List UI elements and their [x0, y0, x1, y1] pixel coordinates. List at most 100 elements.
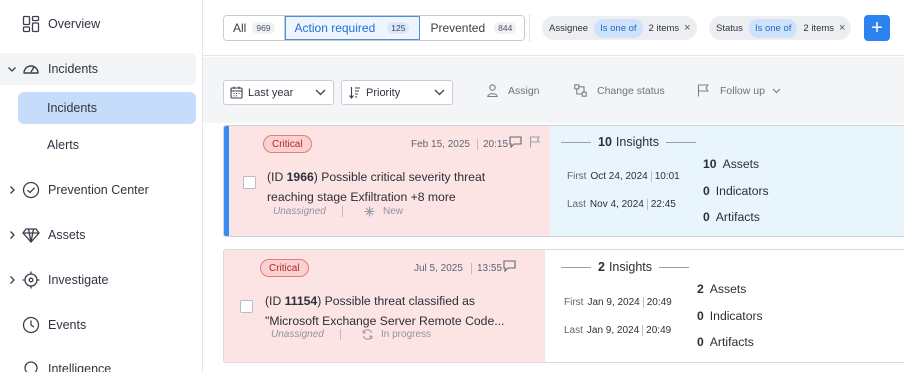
last-time: 22:45 — [646, 199, 676, 210]
sparkle-icon — [364, 206, 375, 217]
close-icon[interactable]: × — [684, 22, 690, 34]
sidebar-item-label: Investigate — [48, 273, 109, 287]
last-time: 20:49 — [642, 325, 672, 336]
incident-checkbox[interactable] — [243, 176, 256, 189]
chevron-down-icon — [772, 88, 781, 93]
first-time: 10:01 — [650, 171, 680, 182]
assign-button[interactable]: Assign — [487, 84, 540, 97]
progress-icon — [362, 329, 373, 340]
sidebar-item-overview[interactable]: Overview — [0, 8, 196, 40]
sidebar-item-label: Events — [48, 318, 87, 332]
sidebar-item-label: Intelligence — [48, 362, 112, 372]
tab-action-required[interactable]: Action required 125 — [284, 16, 421, 40]
sidebar: Overview Incidents Incidents Alerts Prev… — [0, 0, 203, 372]
add-filter-button[interactable]: + — [864, 15, 890, 41]
incident-id: 1966 — [286, 170, 314, 184]
tab-label: All — [233, 21, 247, 35]
lightbulb-icon — [24, 361, 38, 372]
insights-header: 10 Insights — [561, 135, 696, 149]
flag-icon[interactable] — [529, 136, 541, 148]
first-seen: First Oct 24, 2024 10:01 — [567, 171, 680, 182]
assets-label: Assets — [709, 282, 747, 296]
assets-stat[interactable]: 10 Assets — [703, 157, 759, 171]
filter-value[interactable]: 2 items — [803, 23, 834, 34]
first-label: First — [567, 171, 587, 182]
artifacts-stat[interactable]: 0 Artifacts — [703, 210, 760, 224]
filter-operator[interactable]: Is one of — [748, 18, 798, 38]
change-status-button[interactable]: Change status — [574, 84, 665, 97]
artifacts-label: Artifacts — [709, 335, 754, 349]
tab-count-badge: 969 — [252, 22, 275, 34]
sidebar-item-incidents[interactable]: Incidents — [0, 53, 196, 85]
incident-status-label: In progress — [381, 329, 432, 340]
sidebar-item-events[interactable]: Events — [0, 309, 196, 341]
incident-card[interactable]: Critical Jul 5, 2025 13:55 (ID 11154) Po… — [223, 249, 904, 363]
incident-date: Jul 5, 2025 — [414, 263, 463, 274]
filter-chip-assignee[interactable]: Assignee Is one of 2 items × — [542, 16, 697, 40]
artifacts-stat[interactable]: 0 Artifacts — [697, 335, 754, 349]
tab-all[interactable]: All 969 — [224, 16, 285, 40]
tab-count-badge: 844 — [494, 22, 517, 34]
crosshair-icon — [22, 271, 40, 289]
divider — [529, 14, 530, 42]
chevron-down-icon — [315, 89, 326, 96]
tab-prevented[interactable]: Prevented 844 — [420, 16, 525, 40]
incident-title[interactable]: (ID 1966) Possible critical severity thr… — [267, 167, 537, 207]
last-date: Jan 9, 2024 — [586, 325, 640, 336]
chevron-right-icon — [7, 185, 17, 195]
incident-date: Feb 15, 2025 — [411, 139, 470, 150]
assign-label: Assign — [508, 84, 540, 97]
incident-checkbox[interactable] — [240, 300, 253, 313]
incident-id: 11154 — [284, 294, 318, 308]
dropdown-value: Priority — [366, 86, 401, 99]
indicators-stat[interactable]: 0 Indicators — [697, 309, 763, 323]
assets-stat[interactable]: 2 Assets — [697, 282, 746, 296]
sidebar-item-assets[interactable]: Assets — [0, 219, 196, 251]
sidebar-item-investigate[interactable]: Investigate — [0, 264, 196, 296]
assets-count: 2 — [697, 282, 704, 296]
calendar-icon — [230, 86, 243, 99]
incident-title-text: ) Possible critical severity threat — [313, 170, 486, 184]
incident-time: 13:55 — [471, 263, 502, 274]
last-date: Nov 4, 2024 — [589, 199, 644, 210]
incident-status[interactable]: New — [364, 206, 403, 217]
time-range-dropdown[interactable]: Last year — [223, 80, 334, 105]
indicators-stat[interactable]: 0 Indicators — [703, 184, 769, 198]
incident-card[interactable]: Critical Feb 15, 2025 20:15 (ID 1966) Po… — [223, 125, 904, 237]
filter-value[interactable]: 2 items — [649, 23, 680, 34]
assignee[interactable]: Unassigned — [273, 206, 326, 217]
first-label: First — [564, 297, 584, 308]
incident-id-prefix: (ID — [267, 170, 287, 184]
sidebar-item-intelligence[interactable]: Intelligence — [0, 353, 196, 372]
severity-badge: Critical — [263, 135, 312, 153]
insights-label: Insights — [608, 260, 653, 274]
follow-up-button[interactable]: Follow up — [697, 84, 781, 97]
close-icon[interactable]: × — [839, 22, 845, 34]
chevron-right-icon — [7, 230, 17, 240]
incident-id-prefix: (ID — [265, 294, 285, 308]
filter-chip-status[interactable]: Status Is one of 2 items × — [709, 16, 852, 40]
incident-time: 20:15 — [477, 139, 508, 150]
sidebar-subitem-alerts[interactable]: Alerts — [18, 129, 196, 161]
sidebar-subitem-incidents[interactable]: Incidents — [18, 92, 196, 124]
sort-dropdown[interactable]: Priority — [341, 80, 453, 105]
last-label: Last — [567, 199, 586, 210]
comment-icon[interactable] — [509, 136, 522, 148]
actions-toolbar: Last year Priority Assign Change status … — [203, 57, 904, 123]
incident-title[interactable]: (ID 11154) Possible threat classified as… — [265, 291, 535, 331]
assets-label: Assets — [722, 157, 760, 171]
filter-operator[interactable]: Is one of — [594, 18, 643, 38]
incident-status[interactable]: In progress — [362, 329, 431, 340]
comment-icon[interactable] — [503, 260, 516, 272]
sidebar-item-prevention-center[interactable]: Prevention Center — [0, 174, 196, 206]
incident-tabs: All 969 Action required 125 Prevented 84… — [223, 15, 526, 41]
first-time: 20:49 — [642, 297, 672, 308]
user-icon — [487, 84, 498, 97]
dashboard-icon — [22, 15, 40, 33]
assignee[interactable]: Unassigned — [271, 329, 324, 340]
filter-field: Assignee — [549, 22, 589, 34]
assets-count: 10 — [703, 157, 717, 171]
gauge-icon — [23, 65, 39, 74]
sidebar-item-label: Assets — [48, 228, 86, 242]
first-date: Jan 9, 2024 — [587, 297, 640, 308]
